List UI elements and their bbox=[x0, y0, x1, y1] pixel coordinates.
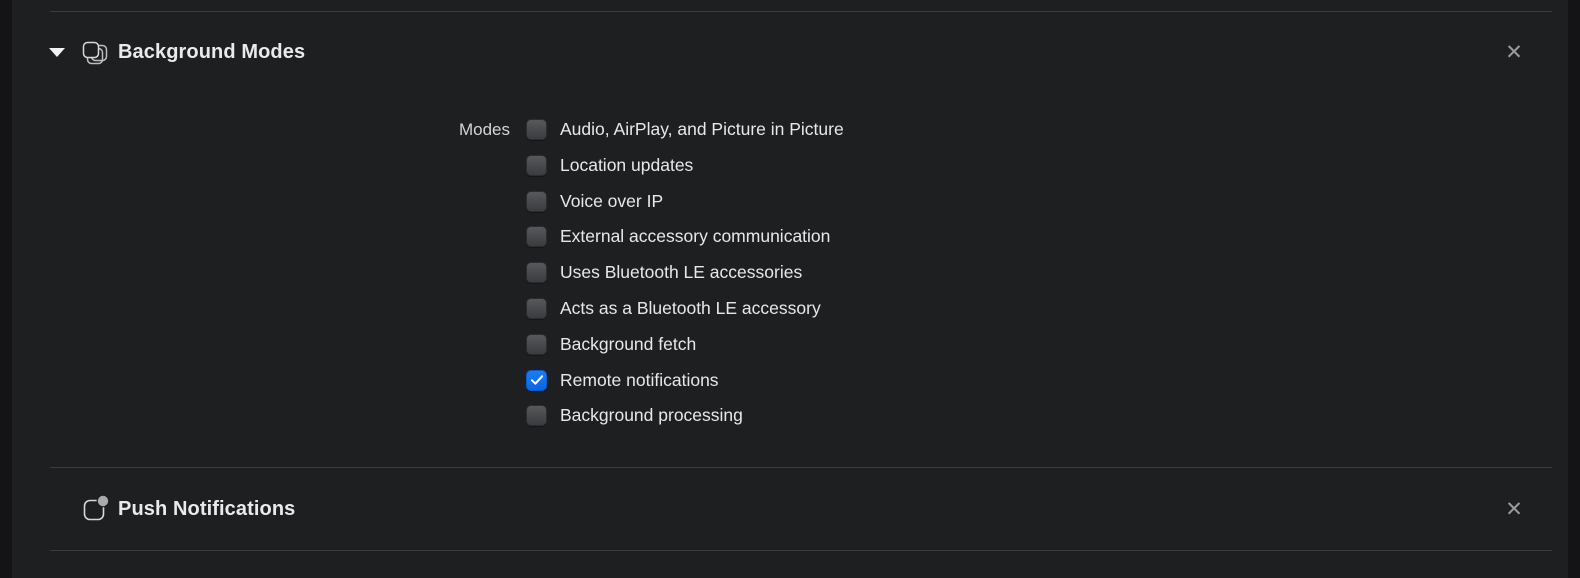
mode-label-external-accessory: External accessory communication bbox=[560, 226, 831, 247]
mode-row-background-processing[interactable]: Background processing bbox=[526, 404, 844, 440]
divider-middle bbox=[50, 467, 1552, 468]
mode-label-remote-notifications: Remote notifications bbox=[560, 369, 719, 390]
checkbox-background-processing[interactable] bbox=[526, 405, 547, 427]
capability-title-push-notifications: Push Notifications bbox=[118, 497, 296, 520]
checkbox-background-fetch[interactable] bbox=[526, 333, 547, 355]
mode-label-audio-airplay: Audio, AirPlay, and Picture in Picture bbox=[560, 119, 844, 139]
divider-bottom bbox=[50, 550, 1552, 551]
mode-label-background-fetch: Background fetch bbox=[560, 333, 697, 354]
capabilities-panel: Background Modes ✕ Modes Audio, AirPlay,… bbox=[12, 0, 1568, 578]
checkmark-icon bbox=[530, 374, 544, 385]
checkbox-audio-airplay[interactable] bbox=[526, 119, 547, 140]
close-button-push-notifications[interactable]: ✕ bbox=[1499, 494, 1529, 524]
checkbox-location-updates[interactable] bbox=[526, 154, 547, 176]
checkbox-remote-notifications[interactable] bbox=[526, 369, 547, 391]
capability-title-background-modes: Background Modes bbox=[118, 40, 306, 63]
checkbox-uses-bluetooth-le[interactable] bbox=[526, 262, 547, 284]
mode-label-location-updates: Location updates bbox=[560, 154, 694, 175]
mode-row-acts-as-bluetooth-le[interactable]: Acts as a Bluetooth LE accessory bbox=[526, 297, 844, 333]
mode-row-background-fetch[interactable]: Background fetch bbox=[526, 333, 844, 369]
mode-row-remote-notifications[interactable]: Remote notifications bbox=[526, 369, 844, 405]
stacked-cards-icon bbox=[74, 31, 116, 73]
modes-field-label: Modes bbox=[458, 120, 510, 139]
checkbox-acts-as-bluetooth-le[interactable] bbox=[526, 297, 547, 319]
mode-row-external-accessory[interactable]: External accessory communication bbox=[526, 225, 844, 261]
modes-checkbox-list: Audio, AirPlay, and Picture in Picture L… bbox=[526, 118, 844, 440]
capabilities-editor: Background Modes ✕ Modes Audio, AirPlay,… bbox=[0, 0, 1580, 578]
badge-notification-icon bbox=[74, 488, 116, 530]
mode-label-uses-bluetooth-le: Uses Bluetooth LE accessories bbox=[560, 262, 803, 283]
divider-top bbox=[50, 11, 1552, 12]
mode-row-location-updates[interactable]: Location updates bbox=[526, 154, 844, 190]
mode-row-voice-over-ip[interactable]: Voice over IP bbox=[526, 190, 844, 226]
mode-label-background-processing: Background processing bbox=[560, 405, 743, 426]
capability-header-push-notifications[interactable]: Push Notifications ✕ bbox=[12, 481, 1568, 537]
checkbox-voice-over-ip[interactable] bbox=[526, 190, 547, 212]
mode-label-acts-as-bluetooth-le: Acts as a Bluetooth LE accessory bbox=[560, 297, 821, 318]
mode-label-voice-over-ip: Voice over IP bbox=[560, 190, 664, 211]
close-button-background-modes[interactable]: ✕ bbox=[1499, 37, 1529, 67]
mode-row-uses-bluetooth-le[interactable]: Uses Bluetooth LE accessories bbox=[526, 261, 844, 297]
capability-header-background-modes[interactable]: Background Modes ✕ bbox=[12, 24, 1568, 80]
disclosure-triangle-background-modes[interactable] bbox=[44, 39, 70, 65]
checkbox-external-accessory[interactable] bbox=[526, 226, 547, 248]
chevron-down-icon bbox=[49, 47, 65, 57]
mode-row-audio-airplay[interactable]: Audio, AirPlay, and Picture in Picture bbox=[526, 118, 844, 154]
